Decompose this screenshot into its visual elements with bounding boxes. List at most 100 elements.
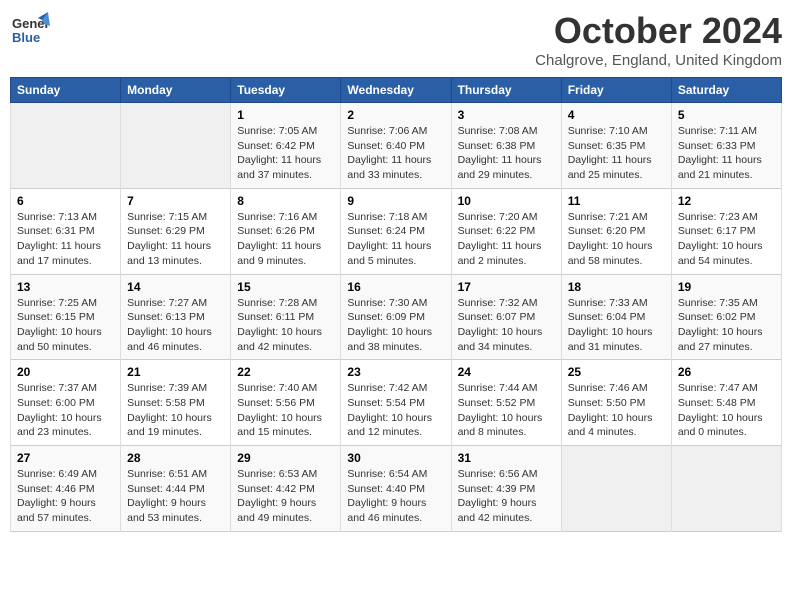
day-number: 12 xyxy=(678,194,775,208)
calendar-week-4: 20 Sunrise: 7:37 AM Sunset: 6:00 PM Dayli… xyxy=(11,360,782,446)
day-number: 22 xyxy=(237,365,334,379)
calendar-cell: 31 Sunrise: 6:56 AM Sunset: 4:39 PM Dayli… xyxy=(451,446,561,532)
day-number: 7 xyxy=(127,194,224,208)
day-info: Sunrise: 6:56 AM Sunset: 4:39 PM Dayligh… xyxy=(458,467,555,526)
location: Chalgrove, England, United Kingdom xyxy=(535,52,782,69)
day-number: 31 xyxy=(458,451,555,465)
calendar-week-1: 1Sunrise: 7:05 AM Sunset: 6:42 PM Daylig… xyxy=(11,103,782,189)
day-number: 20 xyxy=(17,365,114,379)
calendar-cell xyxy=(671,446,781,532)
day-info: Sunrise: 7:40 AM Sunset: 5:56 PM Dayligh… xyxy=(237,381,334,440)
day-info: Sunrise: 6:54 AM Sunset: 4:40 PM Dayligh… xyxy=(347,467,444,526)
day-info: Sunrise: 7:06 AM Sunset: 6:40 PM Dayligh… xyxy=(347,124,444,183)
calendar-cell: 19 Sunrise: 7:35 AM Sunset: 6:02 PM Dayli… xyxy=(671,274,781,360)
svg-text:Blue: Blue xyxy=(12,30,40,45)
calendar-cell: 8 Sunrise: 7:16 AM Sunset: 6:26 PM Daylig… xyxy=(231,188,341,274)
day-number: 16 xyxy=(347,280,444,294)
header-wednesday: Wednesday xyxy=(341,78,451,103)
calendar-cell: 29 Sunrise: 6:53 AM Sunset: 4:42 PM Dayli… xyxy=(231,446,341,532)
calendar-table: SundayMondayTuesdayWednesdayThursdayFrid… xyxy=(10,77,782,532)
calendar-cell xyxy=(11,103,121,189)
day-info: Sunrise: 7:05 AM Sunset: 6:42 PM Dayligh… xyxy=(237,124,334,183)
day-info: Sunrise: 7:21 AM Sunset: 6:20 PM Dayligh… xyxy=(568,210,665,269)
day-number: 28 xyxy=(127,451,224,465)
day-number: 25 xyxy=(568,365,665,379)
calendar-cell: 5 Sunrise: 7:11 AM Sunset: 6:33 PM Daylig… xyxy=(671,103,781,189)
day-number: 10 xyxy=(458,194,555,208)
day-info: Sunrise: 7:13 AM Sunset: 6:31 PM Dayligh… xyxy=(17,210,114,269)
calendar-cell: 2 Sunrise: 7:06 AM Sunset: 6:40 PM Daylig… xyxy=(341,103,451,189)
day-number: 15 xyxy=(237,280,334,294)
calendar-cell: 30 Sunrise: 6:54 AM Sunset: 4:40 PM Dayli… xyxy=(341,446,451,532)
day-info: Sunrise: 7:08 AM Sunset: 6:38 PM Dayligh… xyxy=(458,124,555,183)
day-number: 29 xyxy=(237,451,334,465)
calendar-cell: 16 Sunrise: 7:30 AM Sunset: 6:09 PM Dayli… xyxy=(341,274,451,360)
calendar-cell: 24 Sunrise: 7:44 AM Sunset: 5:52 PM Dayli… xyxy=(451,360,561,446)
header-friday: Friday xyxy=(561,78,671,103)
day-info: Sunrise: 7:33 AM Sunset: 6:04 PM Dayligh… xyxy=(568,296,665,355)
day-info: Sunrise: 7:37 AM Sunset: 6:00 PM Dayligh… xyxy=(17,381,114,440)
header-thursday: Thursday xyxy=(451,78,561,103)
calendar-cell: 23Sunrise: 7:42 AM Sunset: 5:54 PM Dayli… xyxy=(341,360,451,446)
day-info: Sunrise: 7:27 AM Sunset: 6:13 PM Dayligh… xyxy=(127,296,224,355)
day-number: 4 xyxy=(568,108,665,122)
calendar-cell: 20 Sunrise: 7:37 AM Sunset: 6:00 PM Dayli… xyxy=(11,360,121,446)
day-number: 13 xyxy=(17,280,114,294)
day-info: Sunrise: 7:47 AM Sunset: 5:48 PM Dayligh… xyxy=(678,381,775,440)
calendar-cell: 27Sunrise: 6:49 AM Sunset: 4:46 PM Dayli… xyxy=(11,446,121,532)
day-number: 14 xyxy=(127,280,224,294)
day-info: Sunrise: 7:35 AM Sunset: 6:02 PM Dayligh… xyxy=(678,296,775,355)
calendar-cell: 26Sunrise: 7:47 AM Sunset: 5:48 PM Dayli… xyxy=(671,360,781,446)
calendar-cell: 4 Sunrise: 7:10 AM Sunset: 6:35 PM Daylig… xyxy=(561,103,671,189)
calendar-cell: 21Sunrise: 7:39 AM Sunset: 5:58 PM Dayli… xyxy=(121,360,231,446)
calendar-cell xyxy=(121,103,231,189)
calendar-week-3: 13 Sunrise: 7:25 AM Sunset: 6:15 PM Dayli… xyxy=(11,274,782,360)
day-info: Sunrise: 7:46 AM Sunset: 5:50 PM Dayligh… xyxy=(568,381,665,440)
calendar-cell: 25 Sunrise: 7:46 AM Sunset: 5:50 PM Dayli… xyxy=(561,360,671,446)
day-info: Sunrise: 7:42 AM Sunset: 5:54 PM Dayligh… xyxy=(347,381,444,440)
title-block: October 2024 Chalgrove, England, United … xyxy=(535,10,782,69)
calendar-cell: 9Sunrise: 7:18 AM Sunset: 6:24 PM Daylig… xyxy=(341,188,451,274)
calendar-cell: 14 Sunrise: 7:27 AM Sunset: 6:13 PM Dayli… xyxy=(121,274,231,360)
day-number: 6 xyxy=(17,194,114,208)
day-number: 5 xyxy=(678,108,775,122)
day-number: 11 xyxy=(568,194,665,208)
day-number: 24 xyxy=(458,365,555,379)
day-number: 18 xyxy=(568,280,665,294)
calendar-cell: 13 Sunrise: 7:25 AM Sunset: 6:15 PM Dayli… xyxy=(11,274,121,360)
day-number: 8 xyxy=(237,194,334,208)
page-header: General Blue October 2024 Chalgrove, Eng… xyxy=(10,10,782,69)
day-info: Sunrise: 6:53 AM Sunset: 4:42 PM Dayligh… xyxy=(237,467,334,526)
calendar-cell: 7 Sunrise: 7:15 AM Sunset: 6:29 PM Daylig… xyxy=(121,188,231,274)
calendar-cell: 3 Sunrise: 7:08 AM Sunset: 6:38 PM Daylig… xyxy=(451,103,561,189)
calendar-week-5: 27Sunrise: 6:49 AM Sunset: 4:46 PM Dayli… xyxy=(11,446,782,532)
day-info: Sunrise: 7:11 AM Sunset: 6:33 PM Dayligh… xyxy=(678,124,775,183)
day-info: Sunrise: 7:23 AM Sunset: 6:17 PM Dayligh… xyxy=(678,210,775,269)
day-info: Sunrise: 7:32 AM Sunset: 6:07 PM Dayligh… xyxy=(458,296,555,355)
day-number: 30 xyxy=(347,451,444,465)
calendar-header-row: SundayMondayTuesdayWednesdayThursdayFrid… xyxy=(11,78,782,103)
calendar-cell: 11 Sunrise: 7:21 AM Sunset: 6:20 PM Dayli… xyxy=(561,188,671,274)
header-sunday: Sunday xyxy=(11,78,121,103)
day-info: Sunrise: 7:10 AM Sunset: 6:35 PM Dayligh… xyxy=(568,124,665,183)
header-saturday: Saturday xyxy=(671,78,781,103)
day-number: 2 xyxy=(347,108,444,122)
calendar-cell: 6 Sunrise: 7:13 AM Sunset: 6:31 PM Daylig… xyxy=(11,188,121,274)
day-info: Sunrise: 7:25 AM Sunset: 6:15 PM Dayligh… xyxy=(17,296,114,355)
day-info: Sunrise: 7:44 AM Sunset: 5:52 PM Dayligh… xyxy=(458,381,555,440)
day-number: 19 xyxy=(678,280,775,294)
day-info: Sunrise: 7:39 AM Sunset: 5:58 PM Dayligh… xyxy=(127,381,224,440)
calendar-week-2: 6 Sunrise: 7:13 AM Sunset: 6:31 PM Daylig… xyxy=(11,188,782,274)
day-info: Sunrise: 7:28 AM Sunset: 6:11 PM Dayligh… xyxy=(237,296,334,355)
day-number: 27 xyxy=(17,451,114,465)
calendar-cell: 12 Sunrise: 7:23 AM Sunset: 6:17 PM Dayli… xyxy=(671,188,781,274)
day-info: Sunrise: 6:51 AM Sunset: 4:44 PM Dayligh… xyxy=(127,467,224,526)
day-number: 17 xyxy=(458,280,555,294)
day-info: Sunrise: 7:15 AM Sunset: 6:29 PM Dayligh… xyxy=(127,210,224,269)
calendar-cell: 28 Sunrise: 6:51 AM Sunset: 4:44 PM Dayli… xyxy=(121,446,231,532)
day-info: Sunrise: 7:30 AM Sunset: 6:09 PM Dayligh… xyxy=(347,296,444,355)
day-info: Sunrise: 7:16 AM Sunset: 6:26 PM Dayligh… xyxy=(237,210,334,269)
day-number: 3 xyxy=(458,108,555,122)
calendar-cell: 15 Sunrise: 7:28 AM Sunset: 6:11 PM Dayli… xyxy=(231,274,341,360)
header-tuesday: Tuesday xyxy=(231,78,341,103)
